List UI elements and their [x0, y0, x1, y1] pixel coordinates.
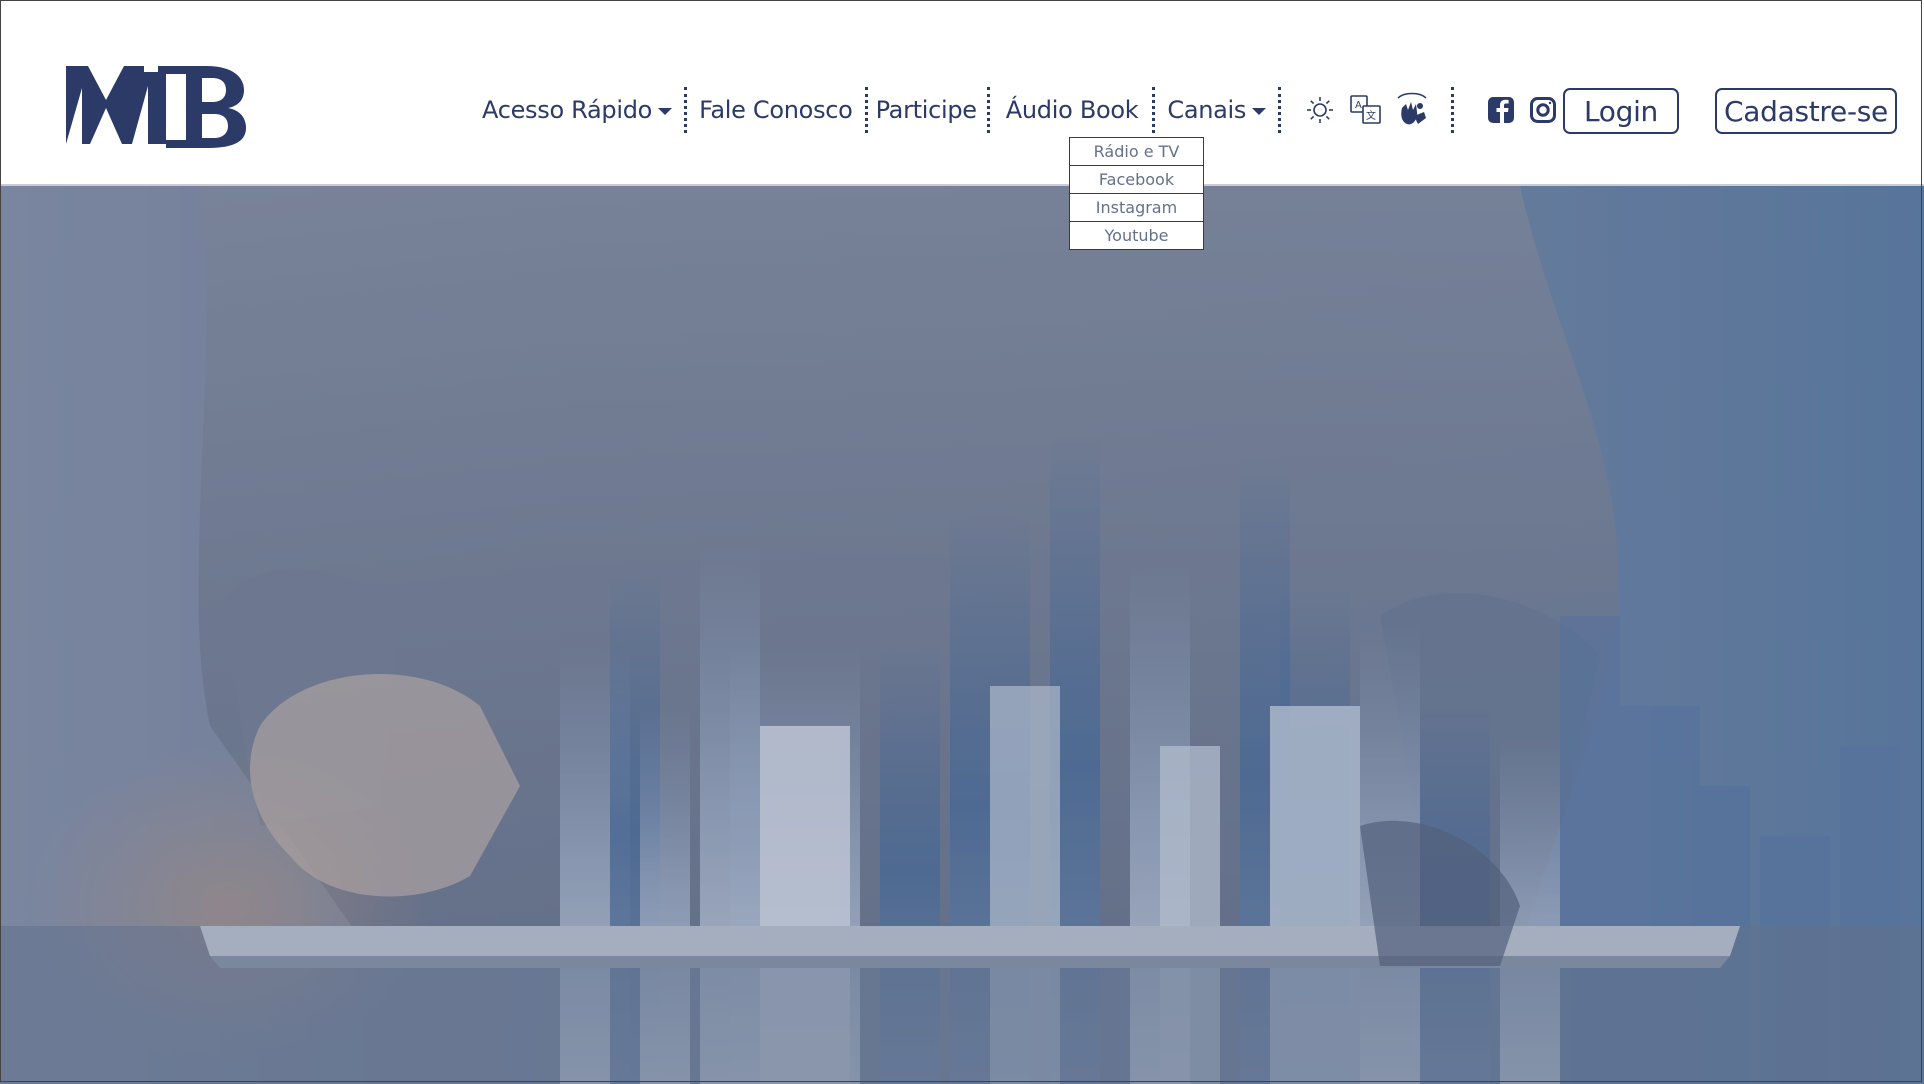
nav-fale-conosco[interactable]: Fale Conosco	[687, 86, 865, 134]
nav-separator	[1451, 87, 1455, 133]
chevron-down-icon	[1252, 108, 1267, 115]
main-nav: Acesso Rápido Fale Conosco Participe Áud…	[470, 86, 1606, 134]
nav-fale-conosco-label: Fale Conosco	[699, 96, 853, 124]
menu-item-radio-tv[interactable]: Rádio e TV	[1069, 137, 1204, 166]
site-header: Acesso Rápido Fale Conosco Participe Áud…	[0, 0, 1924, 186]
svg-text:A: A	[1355, 100, 1362, 111]
nav-participe[interactable]: Participe	[868, 86, 987, 134]
hero-image	[0, 186, 1924, 1084]
translate-icon[interactable]: A 文	[1347, 86, 1385, 134]
brand-logo[interactable]	[66, 60, 246, 150]
canais-dropdown-menu: Rádio e TV Facebook Instagram Youtube	[1069, 137, 1204, 250]
login-button[interactable]: Login	[1563, 88, 1679, 134]
svg-text:文: 文	[1366, 109, 1376, 122]
menu-item-facebook[interactable]: Facebook	[1069, 166, 1204, 194]
signup-button[interactable]: Cadastre-se	[1715, 88, 1897, 134]
nav-separator	[1278, 87, 1282, 133]
nav-participe-label: Participe	[875, 96, 978, 124]
nav-audio-book[interactable]: Áudio Book	[990, 86, 1153, 134]
nav-canais[interactable]: Canais	[1155, 86, 1278, 134]
nav-canais-label: Canais	[1167, 96, 1247, 124]
menu-item-youtube[interactable]: Youtube	[1069, 222, 1204, 250]
nav-acesso-rapido[interactable]: Acesso Rápido	[470, 86, 684, 134]
brightness-icon[interactable]	[1301, 86, 1339, 134]
facebook-icon[interactable]	[1484, 86, 1518, 134]
nav-acesso-rapido-label: Acesso Rápido	[482, 96, 653, 124]
menu-item-instagram[interactable]: Instagram	[1069, 194, 1204, 222]
instagram-icon[interactable]	[1526, 86, 1560, 134]
nav-audio-book-label: Áudio Book	[1005, 96, 1139, 124]
chevron-down-icon	[658, 108, 673, 115]
sign-language-icon[interactable]	[1393, 86, 1431, 134]
